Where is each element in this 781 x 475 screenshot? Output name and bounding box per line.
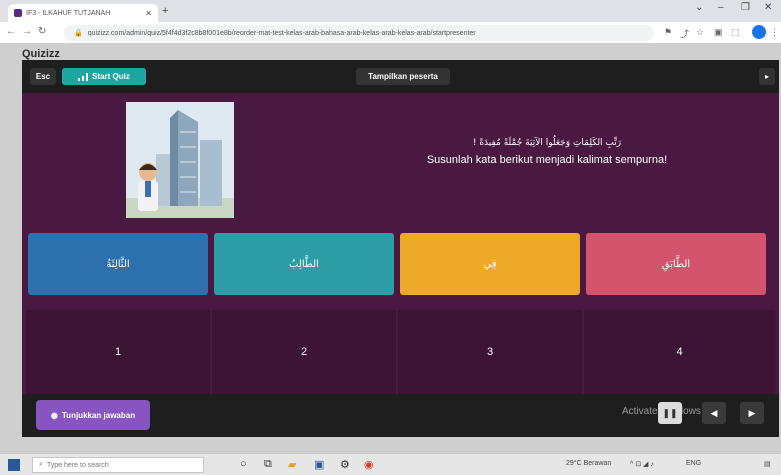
windows-taskbar: ⌕ Type here to search ○ ⧉ ▰ ▣ ⚙ ◉ 29°C B…	[0, 453, 781, 475]
presenter-stage: Esc Start Quiz Tampilkan peserta ▸ رَتِّ…	[22, 60, 779, 437]
file-explorer-icon[interactable]: ▰	[288, 458, 296, 471]
tab-close-icon[interactable]: ✕	[145, 9, 152, 18]
extensions-icon[interactable]: ⬚	[731, 27, 740, 38]
question-image	[126, 102, 234, 218]
tab-title: IF3 - ILKAHUF TUTJANAH	[26, 9, 111, 17]
answer-slot-4[interactable]: 4	[584, 310, 775, 394]
answer-option-1[interactable]: الثَّالِثَةُ	[28, 233, 208, 295]
search-icon: ⌕	[39, 461, 43, 468]
show-participants-button[interactable]: Tampilkan peserta	[356, 68, 450, 85]
weather-status[interactable]: 29°C Berawan	[566, 460, 611, 467]
question-text: رَتِّبِ الكَلِمَاتِ وَجَعَلُوا الآتِيَةَ…	[352, 138, 742, 166]
fullscreen-icon[interactable]: ▸	[759, 68, 775, 85]
word-icon[interactable]: ▣	[314, 458, 324, 471]
start-quiz-button[interactable]: Start Quiz	[62, 68, 146, 85]
start-quiz-label: Start Quiz	[92, 72, 130, 81]
forward-icon[interactable]: →	[22, 26, 32, 37]
quizizz-logo: Quizizz	[22, 48, 60, 60]
question-indonesian: Susunlah kata berikut menjadi kalimat se…	[426, 154, 668, 166]
show-answer-label: Tunjukkan jawaban	[61, 410, 136, 420]
building-illustration	[126, 102, 234, 218]
settings-icon[interactable]: ⚙	[340, 458, 350, 471]
chrome-icon[interactable]: ◉	[364, 458, 374, 471]
eye-icon: ◉	[50, 410, 58, 420]
task-view-icon[interactable]: ⧉	[264, 458, 272, 471]
share-icon[interactable]: ⤴	[680, 27, 689, 40]
close-window-icon[interactable]: ✕	[764, 2, 772, 13]
bookmark-star-icon[interactable]: ☆	[696, 27, 704, 38]
show-answer-button[interactable]: ◉ Tunjukkan jawaban	[36, 400, 150, 430]
windows-start-icon[interactable]	[8, 459, 20, 471]
maximize-icon[interactable]: ❐	[741, 2, 750, 13]
more-menu-icon[interactable]: ⋮	[770, 27, 779, 38]
minimize-icon[interactable]: –	[718, 2, 724, 13]
previous-question-icon[interactable]: ◀	[702, 402, 726, 424]
answer-option-2[interactable]: الطَّالِبُ	[214, 233, 394, 295]
search-placeholder: Type here to search	[46, 461, 109, 469]
answer-option-3[interactable]: فِي	[400, 233, 580, 295]
next-question-icon[interactable]: ▶	[740, 402, 764, 424]
profile-avatar[interactable]	[752, 25, 766, 39]
chevron-down-icon[interactable]: ⌄	[695, 2, 703, 13]
language-indicator[interactable]: ENG	[686, 460, 701, 467]
answer-slot-3[interactable]: 3	[398, 310, 582, 394]
browser-tab[interactable]: IF3 - ILKAHUF TUTJANAH ✕	[8, 4, 158, 22]
pause-icon[interactable]: ❚❚	[658, 402, 682, 424]
esc-button[interactable]: Esc	[30, 68, 56, 85]
browser-toolbar: ← → ↻ 🔒 quizizz.com/admin/quiz/5f4f4d3f2…	[0, 22, 781, 44]
notifications-icon[interactable]: ▤	[764, 460, 771, 468]
browser-tab-strip: IF3 - ILKAHUF TUTJANAH ✕ + ⌄ – ❐ ✕	[0, 0, 781, 22]
answer-slot-1[interactable]: 1	[26, 310, 210, 394]
quizizz-favicon	[14, 9, 22, 17]
presenter-top-bar: Esc Start Quiz Tampilkan peserta ▸	[22, 60, 779, 93]
reload-icon[interactable]: ↻	[38, 26, 46, 37]
signal-bars-icon	[78, 72, 89, 81]
translate-icon[interactable]: ⚑	[664, 27, 672, 38]
answer-slot-2[interactable]: 2	[212, 310, 396, 394]
new-tab-icon[interactable]: +	[162, 5, 168, 17]
tab-search-icon[interactable]: ▣	[714, 27, 723, 38]
address-bar[interactable]: 🔒 quizizz.com/admin/quiz/5f4f4d3f2c8b8f0…	[64, 25, 654, 41]
answer-option-4[interactable]: الطَّابَقِ	[586, 233, 766, 295]
question-arabic: رَتِّبِ الكَلِمَاتِ وَجَعَلُوا الآتِيَةَ…	[472, 138, 622, 148]
lock-icon: 🔒	[74, 30, 83, 37]
back-icon[interactable]: ←	[6, 26, 16, 37]
taskbar-search-input[interactable]: ⌕ Type here to search	[32, 457, 204, 473]
system-tray-icons[interactable]: ^ ⊡ ◢ ♪	[630, 460, 654, 468]
cortana-icon[interactable]: ○	[240, 458, 247, 470]
url-text: quizizz.com/admin/quiz/5f4f4d3f2c8b8f001…	[87, 29, 476, 37]
presenter-bottom-bar: ◉ Tunjukkan jawaban Activate Windows ❚❚ …	[22, 394, 779, 437]
